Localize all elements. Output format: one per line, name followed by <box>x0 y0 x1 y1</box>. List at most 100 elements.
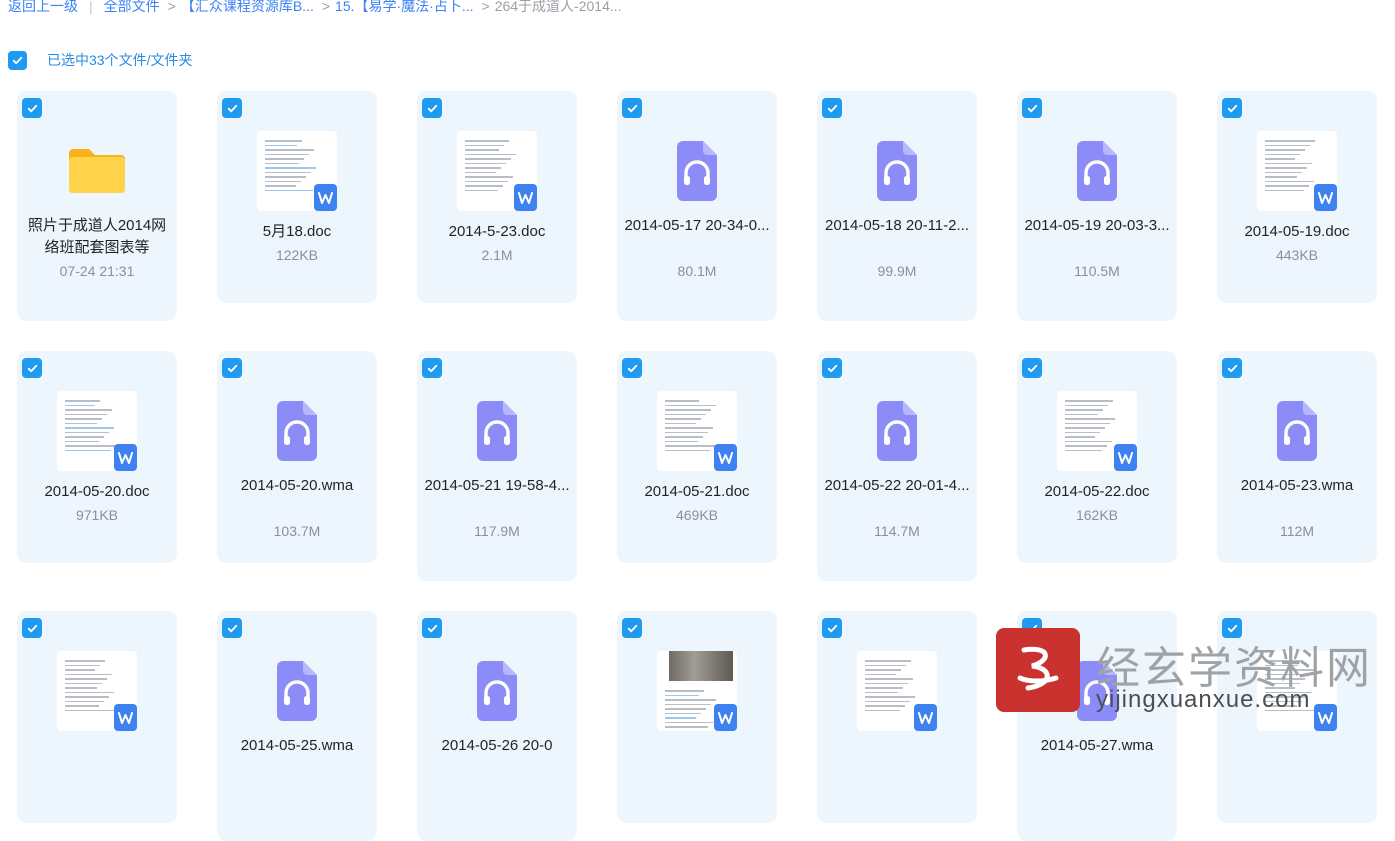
file-card[interactable]: 2014-05-18 20-11-2... 99.9M <box>817 91 977 321</box>
file-card[interactable]: 2014-5-23.doc 2.1M <box>417 91 577 303</box>
file-card[interactable]: 2014-05-22.doc 162KB <box>1017 351 1177 563</box>
file-checkbox[interactable] <box>622 618 642 638</box>
check-icon <box>227 104 237 112</box>
file-thumbnail <box>657 131 737 211</box>
file-card[interactable]: 5月18.doc 122KB <box>217 91 377 303</box>
check-icon <box>27 364 37 372</box>
file-card[interactable]: 照片于成道人2014网络班配套图表等 07-24 21:31 <box>17 91 177 321</box>
audio-file-icon <box>877 401 917 461</box>
check-icon <box>1027 364 1037 372</box>
file-checkbox[interactable] <box>1222 98 1242 118</box>
file-meta: 162KB <box>1075 507 1119 523</box>
file-checkbox[interactable] <box>1022 358 1042 378</box>
file-thumbnail <box>257 651 337 731</box>
breadcrumb-item-all-files[interactable]: 全部文件 <box>104 0 160 16</box>
back-link[interactable]: 返回上一级 <box>8 0 78 16</box>
check-icon <box>627 364 637 372</box>
file-checkbox[interactable] <box>222 358 242 378</box>
file-meta: 971KB <box>75 507 119 523</box>
file-checkbox[interactable] <box>22 358 42 378</box>
file-card[interactable]: 2014-05-25.wma <box>217 611 377 841</box>
file-checkbox[interactable] <box>422 358 442 378</box>
file-thumbnail <box>257 391 337 471</box>
file-thumbnail <box>457 391 537 471</box>
file-thumbnail <box>457 131 537 211</box>
watermark-seal-icon <box>996 628 1080 712</box>
file-thumbnail <box>857 651 937 731</box>
file-meta: 469KB <box>675 507 719 523</box>
file-name: 2014-05-19 20-03-3... <box>1024 217 1170 234</box>
check-icon <box>12 56 23 64</box>
file-name: 2014-05-17 20-34-0... <box>624 217 770 234</box>
file-card[interactable] <box>617 611 777 823</box>
file-name: 2014-05-19.doc <box>1244 223 1350 240</box>
file-name: 2014-05-18 20-11-2... <box>825 217 969 234</box>
file-checkbox[interactable] <box>622 358 642 378</box>
check-icon <box>227 624 237 632</box>
file-card[interactable]: 2014-05-21 19-58-4... 117.9M <box>417 351 577 581</box>
file-meta: 117.9M <box>474 523 520 539</box>
file-checkbox[interactable] <box>1222 358 1242 378</box>
file-card[interactable]: 2014-05-26 20-0 <box>417 611 577 841</box>
file-card[interactable]: 2014-05-20.doc 971KB <box>17 351 177 563</box>
file-thumbnail <box>857 131 937 211</box>
select-all-checkbox[interactable] <box>8 50 27 70</box>
breadcrumb-item-divination[interactable]: 15.【易学·魔法·占卜... <box>335 0 473 16</box>
file-card[interactable]: 2014-05-20.wma 103.7M <box>217 351 377 563</box>
word-badge-icon <box>914 704 937 731</box>
file-checkbox[interactable] <box>822 358 842 378</box>
word-w-icon <box>118 711 133 724</box>
check-icon <box>427 624 437 632</box>
file-card[interactable]: 2014-05-22 20-01-4... 114.7M <box>817 351 977 581</box>
word-badge-icon <box>114 444 137 471</box>
audio-file-icon <box>677 141 717 201</box>
audio-file-icon <box>277 401 317 461</box>
word-w-icon <box>318 191 333 204</box>
file-checkbox[interactable] <box>1022 98 1042 118</box>
file-name: 2014-05-21.doc <box>644 483 750 500</box>
check-icon <box>627 624 637 632</box>
breadcrumb-arrow-icon: > <box>321 0 331 14</box>
file-checkbox[interactable] <box>222 618 242 638</box>
watermark-url: yijingxuanxue.com <box>1096 686 1311 713</box>
file-card[interactable]: 2014-05-17 20-34-0... 80.1M <box>617 91 777 321</box>
file-checkbox[interactable] <box>822 98 842 118</box>
file-card[interactable]: 2014-05-23.wma 112M <box>1217 351 1377 563</box>
file-thumbnail <box>1057 131 1137 211</box>
check-icon <box>1227 104 1237 112</box>
file-checkbox[interactable] <box>22 618 42 638</box>
file-card[interactable] <box>817 611 977 823</box>
file-card[interactable]: 2014-05-21.doc 469KB <box>617 351 777 563</box>
check-icon <box>227 364 237 372</box>
file-checkbox[interactable] <box>822 618 842 638</box>
file-checkbox[interactable] <box>222 98 242 118</box>
file-checkbox[interactable] <box>422 618 442 638</box>
file-name: 2014-05-23.wma <box>1240 477 1354 494</box>
file-card[interactable] <box>17 611 177 823</box>
word-badge-icon <box>714 444 737 471</box>
word-w-icon <box>1318 191 1333 204</box>
file-thumbnail <box>857 391 937 471</box>
breadcrumb-divider: | <box>89 0 93 14</box>
file-card[interactable]: 2014-05-19 20-03-3... 110.5M <box>1017 91 1177 321</box>
word-badge-icon <box>1314 184 1337 211</box>
breadcrumb: 返回上一级 | 全部文件 > 【汇众课程资源库B... > 15.【易学·魔法·… <box>8 0 622 16</box>
file-checkbox[interactable] <box>422 98 442 118</box>
breadcrumb-item-resource-lib[interactable]: 【汇众课程资源库B... <box>181 0 314 16</box>
file-checkbox[interactable] <box>22 98 42 118</box>
file-card[interactable]: 2014-05-19.doc 443KB <box>1217 91 1377 303</box>
file-name: 2014-05-25.wma <box>240 737 354 754</box>
word-badge-icon <box>514 184 537 211</box>
file-meta: 110.5M <box>1074 263 1120 279</box>
check-icon <box>827 624 837 632</box>
file-thumbnail <box>257 131 337 211</box>
word-badge-icon <box>714 704 737 731</box>
file-name: 2014-05-21 19-58-4... <box>424 477 570 494</box>
file-thumbnail <box>57 131 137 211</box>
file-checkbox[interactable] <box>622 98 642 118</box>
file-thumbnail <box>657 651 737 731</box>
file-meta: 112M <box>1280 523 1314 539</box>
selection-bar: 已选中33个文件/文件夹 <box>8 50 192 70</box>
document-photo-preview <box>669 651 733 681</box>
file-meta: 80.1M <box>677 263 717 279</box>
